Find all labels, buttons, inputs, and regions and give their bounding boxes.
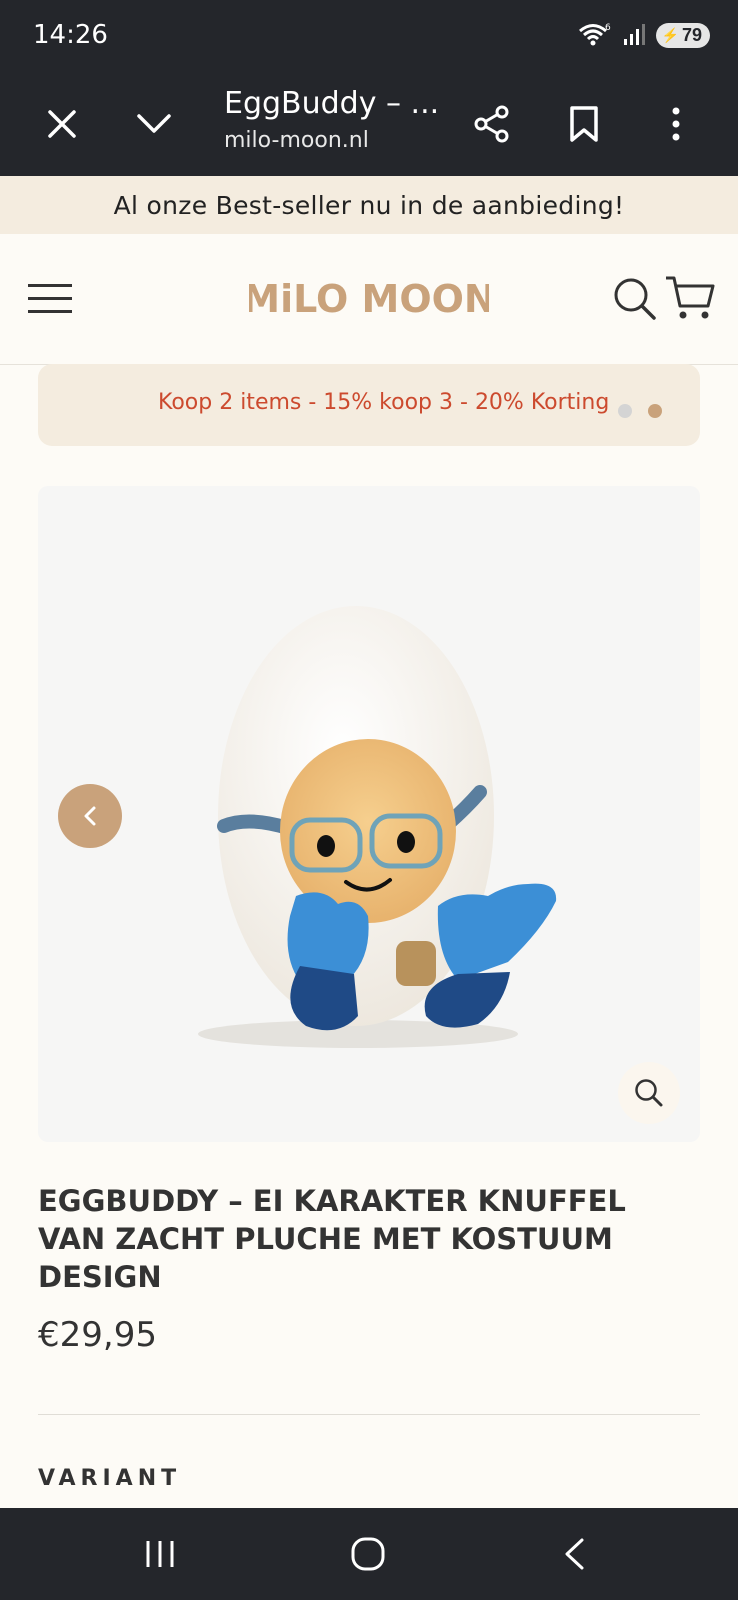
wifi-icon: 6 [578, 23, 611, 46]
back-icon [565, 1538, 584, 1570]
previous-image-button[interactable] [58, 784, 122, 848]
zoom-icon [635, 1079, 663, 1107]
svg-text:6: 6 [605, 23, 611, 33]
signal-icon [623, 24, 645, 45]
promo-text: Koop 2 items - 15% koop 3 - 20% Korting [158, 390, 610, 415]
recent-apps-icon [146, 1541, 174, 1567]
system-nav-bar [0, 1508, 738, 1600]
recent-apps-button[interactable] [128, 1528, 192, 1580]
more-options-button[interactable] [648, 96, 704, 152]
clock: 14:26 [33, 20, 108, 50]
back-button[interactable] [542, 1528, 606, 1580]
bookmark-icon [570, 106, 598, 142]
share-icon [474, 105, 509, 143]
cart-icon [666, 276, 715, 319]
promo-dot-2[interactable] [648, 404, 662, 418]
chevron-left-icon [84, 806, 96, 826]
status-icons: 6 ⚡ 79 [578, 22, 710, 48]
page-title[interactable]: EggBuddy – ... [224, 86, 439, 121]
battery-level: 79 [681, 24, 702, 45]
svg-text:MiLO MOON: MiLO MOON [249, 277, 489, 321]
cart-button[interactable] [664, 274, 716, 322]
product-image [198, 606, 557, 1048]
share-button[interactable] [464, 96, 520, 152]
product-image-gallery[interactable] [38, 486, 700, 1142]
site-header: MiLO MOON [0, 234, 738, 365]
collapse-button[interactable] [126, 96, 182, 152]
divider [38, 1414, 700, 1415]
more-vertical-icon [672, 107, 680, 141]
search-button[interactable] [612, 276, 658, 322]
product-price: €29,95 [38, 1315, 157, 1355]
milo-moon-logo: MiLO MOON [242, 277, 495, 321]
promo-banner[interactable]: Koop 2 items - 15% koop 3 - 20% Korting [38, 364, 700, 446]
chevron-down-icon [137, 114, 171, 133]
home-button[interactable] [336, 1528, 400, 1580]
browser-toolbar: EggBuddy – ... milo-moon.nl [0, 72, 738, 176]
page-url[interactable]: milo-moon.nl [224, 128, 369, 153]
variant-label: VARIANT [38, 1466, 182, 1491]
bookmark-button[interactable] [556, 96, 612, 152]
promo-dot-1[interactable] [618, 404, 632, 418]
zoom-button[interactable] [618, 1062, 680, 1124]
announcement-text: Al onze Best-seller nu in de aanbieding! [113, 190, 625, 220]
close-tab-button[interactable] [34, 96, 90, 152]
announcement-bar[interactable]: Al onze Best-seller nu in de aanbieding! [0, 176, 738, 234]
close-icon [48, 110, 76, 138]
product-title: EGGBUDDY – EI KARAKTER KNUFFEL VAN ZACHT… [38, 1184, 626, 1294]
home-icon [351, 1537, 385, 1571]
search-icon [614, 278, 656, 320]
battery-indicator: ⚡ 79 [655, 22, 710, 48]
status-bar: 14:26 6 ⚡ 79 [0, 0, 738, 72]
battery-charging-icon: ⚡ [661, 26, 679, 43]
